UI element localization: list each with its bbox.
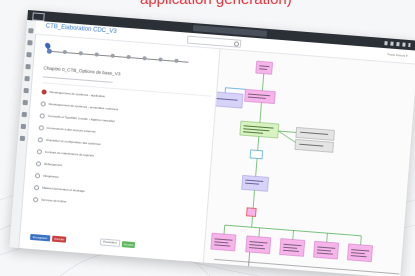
option-label: Services de hotline [41,197,67,204]
radio[interactable] [34,173,41,179]
toolbar-icons[interactable] [384,41,411,48]
left-panel: Chapitre 0_CTB_Options de base_V3 Dévelo… [19,34,221,263]
step-dot[interactable] [142,56,147,61]
radio[interactable] [39,113,45,119]
option-label: Infogérance [42,173,60,179]
radio[interactable] [38,125,44,131]
previous-button[interactable]: Précédent [99,238,121,247]
radio[interactable] [35,161,42,167]
flow-link [252,190,255,209]
search-icon[interactable] [233,41,240,47]
list-icon[interactable] [21,111,27,118]
app-screenshot: CTB_Elaboration CDC_V3 Frank Dubois ▾ Ch… [9,10,415,276]
step-progress [43,41,189,70]
flow-link [278,130,297,133]
step-dot[interactable] [94,52,99,57]
radio[interactable] [33,185,40,191]
step-dot[interactable] [110,53,115,58]
diagram-node [249,149,264,160]
flow-link [278,130,296,143]
flow-link [255,158,258,177]
grid-icon[interactable] [27,40,33,46]
diagram-node [239,120,280,139]
step-dot[interactable] [62,49,67,55]
flow-diagram [210,60,400,275]
settings-icon[interactable] [19,135,26,142]
options-list: Développement de systèmes - application … [32,87,212,220]
user-menu[interactable]: Frank Dubois ▾ [387,52,407,58]
cancel-button[interactable]: Annuler [51,235,67,243]
step-dot[interactable] [158,57,163,62]
flow-link [326,233,328,243]
chart-icon[interactable] [25,63,31,70]
document-icon[interactable] [24,75,30,82]
option-label: Connecteurs à des sources externes [46,125,96,134]
flow-link [223,225,226,235]
location-pin-icon [43,41,52,50]
save-button[interactable]: Enregistrer [29,233,51,242]
tag-icon[interactable] [20,123,27,130]
diagram-node [246,207,257,217]
radio[interactable] [37,137,44,143]
step-dot[interactable] [43,41,53,54]
option-label: Hébergement [43,161,63,168]
search-input[interactable] [186,35,242,48]
option-label: Contrats de maintenance de logiciels [44,149,95,158]
next-button[interactable]: Suivant [121,241,136,249]
step-dot[interactable] [78,51,83,56]
radio-selected[interactable] [41,89,47,95]
diagram-node [244,89,276,104]
flow-link [259,102,262,123]
calendar-icon[interactable] [23,87,29,94]
flow-link [251,216,253,228]
flow-link [257,136,260,151]
diagram-node [211,91,244,109]
flow-link [292,230,294,240]
step-dot[interactable] [126,54,131,60]
radio[interactable] [40,101,46,107]
flow-link [360,235,362,245]
radio[interactable] [36,149,43,155]
radio[interactable] [32,196,39,203]
option-label: Développement de systèmes - application [49,89,106,99]
user-icon[interactable] [26,52,32,58]
option-label: Matériel (terminaux) et stockage [41,185,85,194]
slide-headline: application generation) [140,0,292,8]
flow-link [262,73,265,91]
option-label: Acquisition et configuration des système… [45,137,101,147]
process-diagram[interactable] [203,49,415,276]
step-dot[interactable] [174,58,179,63]
home-icon[interactable] [28,28,34,34]
diagram-node [255,60,273,75]
flow-link [258,227,260,237]
step-line [46,50,189,63]
cart-icon[interactable] [22,99,28,106]
